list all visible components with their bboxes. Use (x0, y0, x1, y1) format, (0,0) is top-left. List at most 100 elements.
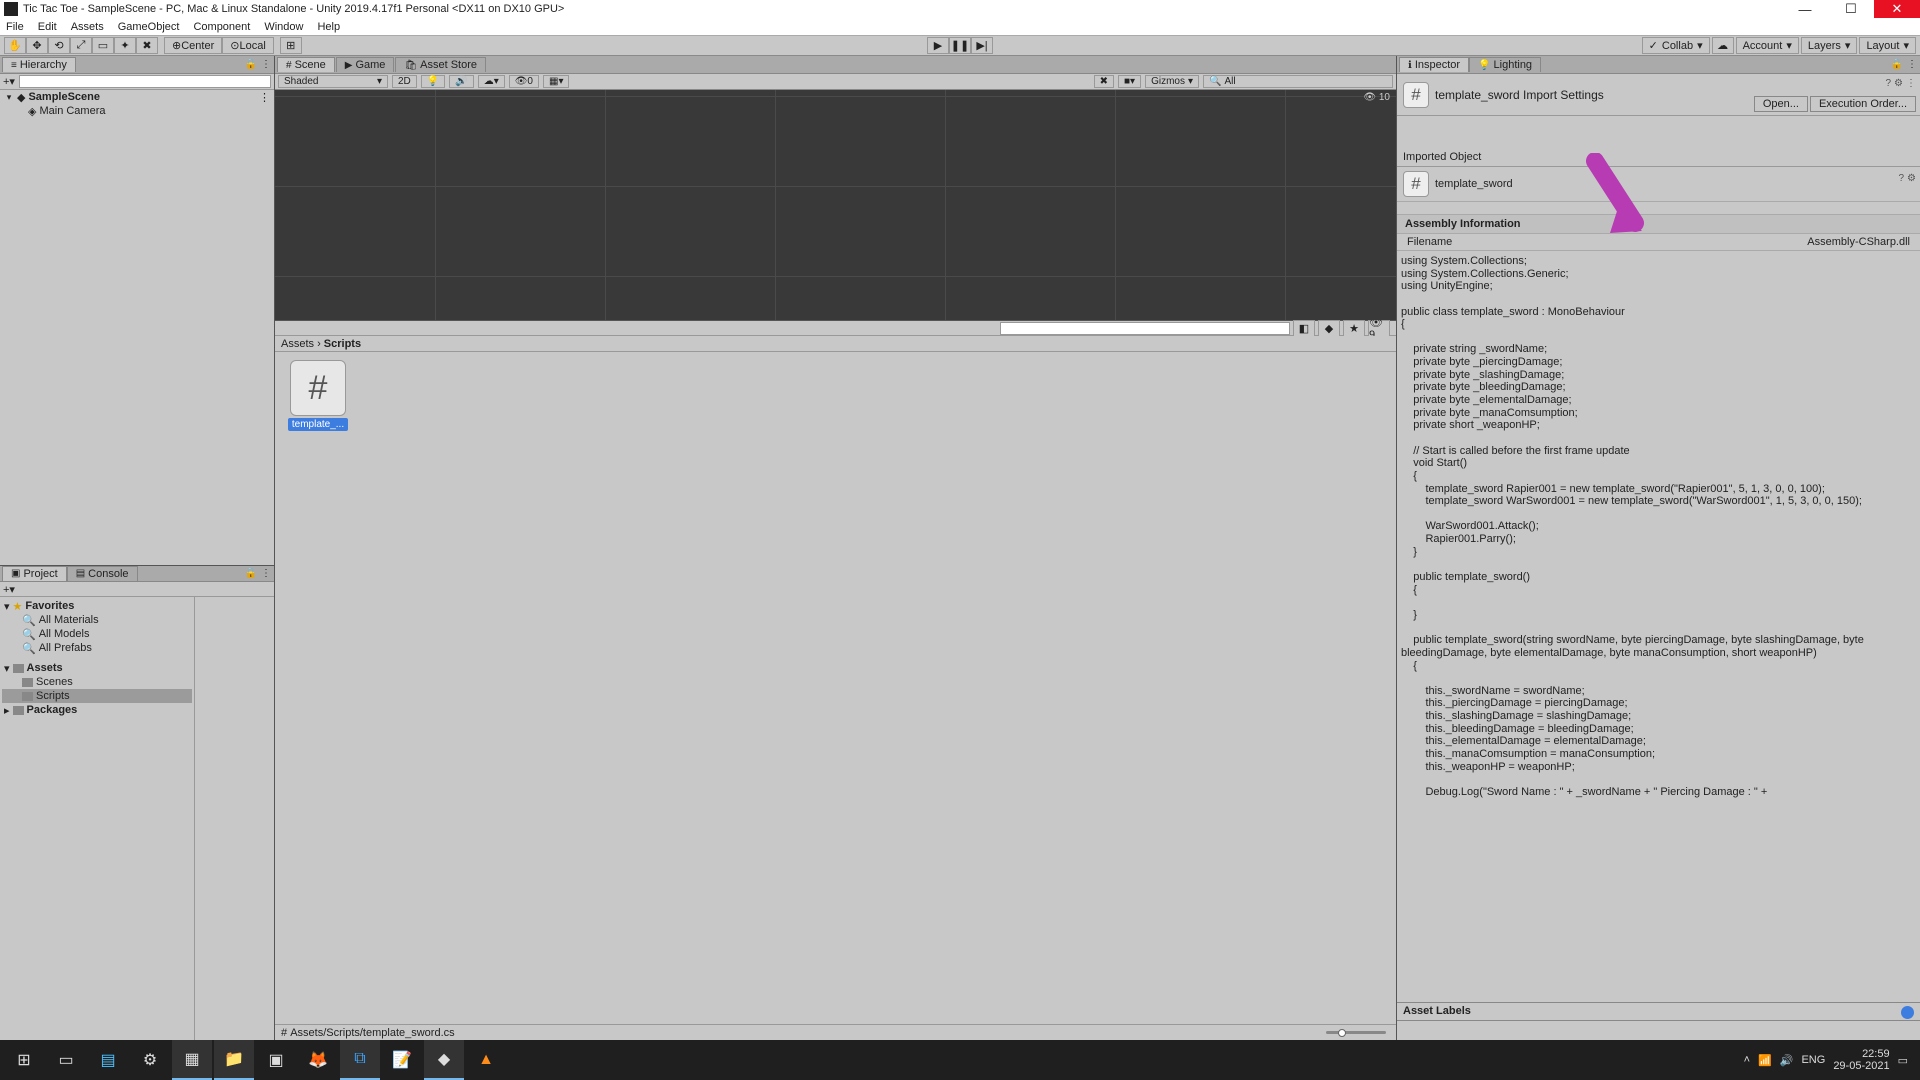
taskbar-app[interactable]: ▦ (172, 1040, 212, 1080)
taskbar-app[interactable]: ▣ (256, 1040, 296, 1080)
panel-ctx-icon[interactable]: ⋮ (261, 568, 271, 579)
assetstore-tab[interactable]: 🛍Asset Store (395, 57, 486, 72)
menu-assets[interactable]: Assets (71, 21, 104, 33)
project-tab[interactable]: ▣Project (2, 566, 67, 581)
folder-item[interactable]: Scenes (2, 675, 192, 689)
scene-tab[interactable]: #Scene (277, 57, 335, 72)
search-hidden[interactable]: 👁9 (1368, 320, 1390, 337)
hierarchy-search[interactable] (19, 75, 271, 88)
thumbnail-slider-knob[interactable] (1338, 1029, 1346, 1037)
packages-row[interactable]: ▸Packages (2, 703, 192, 717)
cloud-button[interactable]: ☁ (1712, 37, 1734, 54)
fav-item[interactable]: 🔍All Models (2, 627, 192, 641)
menu-help[interactable]: Help (317, 21, 340, 33)
scale-tool[interactable]: ⤢ (70, 37, 92, 54)
scene-menu-icon[interactable]: ⋮ (259, 91, 270, 104)
pause-button[interactable]: ❚❚ (949, 37, 971, 54)
minimize-button[interactable]: — (1782, 0, 1828, 18)
panel-lock-icon[interactable]: 🔒 (1891, 59, 1903, 70)
audio-toggle[interactable]: 🔊 (449, 75, 473, 88)
volume-icon[interactable]: 🔊 (1780, 1054, 1794, 1067)
gear-icon[interactable]: ⚙ (1894, 78, 1903, 89)
open-button[interactable]: Open... (1754, 96, 1808, 112)
transform-tool[interactable]: ✦ (114, 37, 136, 54)
collab-dropdown[interactable]: ✓ Collab ▾ (1642, 37, 1710, 54)
account-dropdown[interactable]: Account ▾ (1736, 37, 1799, 54)
create-dropdown[interactable]: +▾ (3, 75, 15, 88)
gizmos-dropdown[interactable]: Gizmos ▾ (1145, 75, 1199, 88)
game-tab[interactable]: ▶Game (336, 57, 395, 72)
search-filter-obj[interactable]: ◧ (1293, 320, 1315, 337)
vscode-app[interactable]: ⧉ (340, 1040, 380, 1080)
2d-toggle[interactable]: 2D (392, 75, 417, 88)
tray-chevron-icon[interactable]: ˄ (1744, 1054, 1750, 1066)
snap-button[interactable]: ⊞ (280, 37, 302, 54)
notepad-app[interactable]: 📝 (382, 1040, 422, 1080)
hidden-toggle[interactable]: 👁0 (509, 75, 539, 88)
play-button[interactable]: ▶ (927, 37, 949, 54)
project-create[interactable]: +▾ (3, 583, 15, 596)
gear-icon[interactable]: ⚙ (1907, 173, 1916, 184)
asset-item[interactable]: # template_... (283, 360, 353, 431)
breadcrumb-scripts[interactable]: Scripts (324, 338, 361, 350)
panel-lock-icon[interactable]: 🔒 (245, 59, 257, 70)
camera-toggle[interactable]: ■▾ (1118, 75, 1141, 88)
inspector-tab[interactable]: ℹInspector (1399, 57, 1469, 72)
notifications-icon[interactable]: ▭ (1898, 1054, 1908, 1067)
menu-gameobject[interactable]: GameObject (118, 21, 180, 33)
move-tool[interactable]: ✥ (26, 37, 48, 54)
unity-app[interactable]: ◆ (424, 1040, 464, 1080)
help-icon[interactable]: ? (1885, 78, 1891, 89)
thumbnail-slider[interactable] (1326, 1031, 1386, 1034)
favorites-row[interactable]: ▾★Favorites (2, 599, 192, 613)
menu-file[interactable]: File (6, 21, 24, 33)
custom-tool[interactable]: ✖ (136, 37, 158, 54)
rect-tool[interactable]: ▭ (92, 37, 114, 54)
explorer-app[interactable]: 📁 (214, 1040, 254, 1080)
menu-window[interactable]: Window (264, 21, 303, 33)
panel-lock-icon[interactable]: 🔒 (245, 568, 257, 579)
scene-viewport[interactable]: 👁 10 (275, 90, 1396, 320)
label-picker-icon[interactable] (1901, 1006, 1914, 1019)
hierarchy-item[interactable]: ◈Main Camera (0, 104, 274, 118)
rotate-tool[interactable]: ⟲ (48, 37, 70, 54)
project-search[interactable] (1000, 322, 1290, 335)
console-tab[interactable]: ▤Console (67, 566, 138, 581)
close-button[interactable]: ✕ (1874, 0, 1920, 18)
menu-edit[interactable]: Edit (38, 21, 57, 33)
menu-component[interactable]: Component (193, 21, 250, 33)
layers-dropdown[interactable]: Layers ▾ (1801, 37, 1858, 54)
pivot-center[interactable]: ⊕ Center (164, 37, 222, 54)
lighting-tab[interactable]: 💡Lighting (1469, 57, 1541, 72)
hierarchy-tab[interactable]: ≡Hierarchy (2, 57, 76, 72)
search-filter-label[interactable]: ★ (1343, 320, 1365, 337)
breadcrumb-assets[interactable]: Assets (281, 338, 314, 350)
step-button[interactable]: ▶| (971, 37, 993, 54)
grid-toggle[interactable]: ▦▾ (543, 75, 569, 88)
scene-search[interactable]: 🔍 All (1203, 75, 1393, 88)
start-button[interactable]: ⊞ (4, 1040, 44, 1080)
firefox-app[interactable]: 🦊 (298, 1040, 338, 1080)
light-toggle[interactable]: 💡 (421, 75, 445, 88)
hand-tool[interactable]: ✋ (4, 37, 26, 54)
fav-item[interactable]: 🔍All Prefabs (2, 641, 192, 655)
exec-order-button[interactable]: Execution Order... (1810, 96, 1916, 112)
panel-ctx-icon[interactable]: ⋮ (1907, 59, 1917, 70)
vlc-app[interactable]: ▲ (466, 1040, 506, 1080)
fx-toggle[interactable]: ☁▾ (478, 75, 505, 88)
tools-toggle[interactable]: ✖ (1094, 75, 1114, 88)
pivot-local[interactable]: ⊙ Local (222, 37, 274, 54)
panel-ctx-icon[interactable]: ⋮ (261, 59, 271, 70)
shading-dropdown[interactable]: Shaded▾ (278, 75, 388, 88)
folder-item-selected[interactable]: Scripts (2, 689, 192, 703)
taskbar-app[interactable]: ⚙ (130, 1040, 170, 1080)
fav-item[interactable]: 🔍All Materials (2, 613, 192, 627)
taskview-button[interactable]: ▭ (46, 1040, 86, 1080)
search-filter-type[interactable]: ◆ (1318, 320, 1340, 337)
scene-row[interactable]: ▾◆SampleScene⋮ (0, 90, 274, 104)
help-icon[interactable]: ? (1898, 173, 1904, 184)
maximize-button[interactable]: ☐ (1828, 0, 1874, 18)
wifi-icon[interactable]: 📶 (1758, 1054, 1772, 1067)
taskbar-app[interactable]: ▤ (88, 1040, 128, 1080)
lang-indicator[interactable]: ENG (1801, 1054, 1825, 1066)
